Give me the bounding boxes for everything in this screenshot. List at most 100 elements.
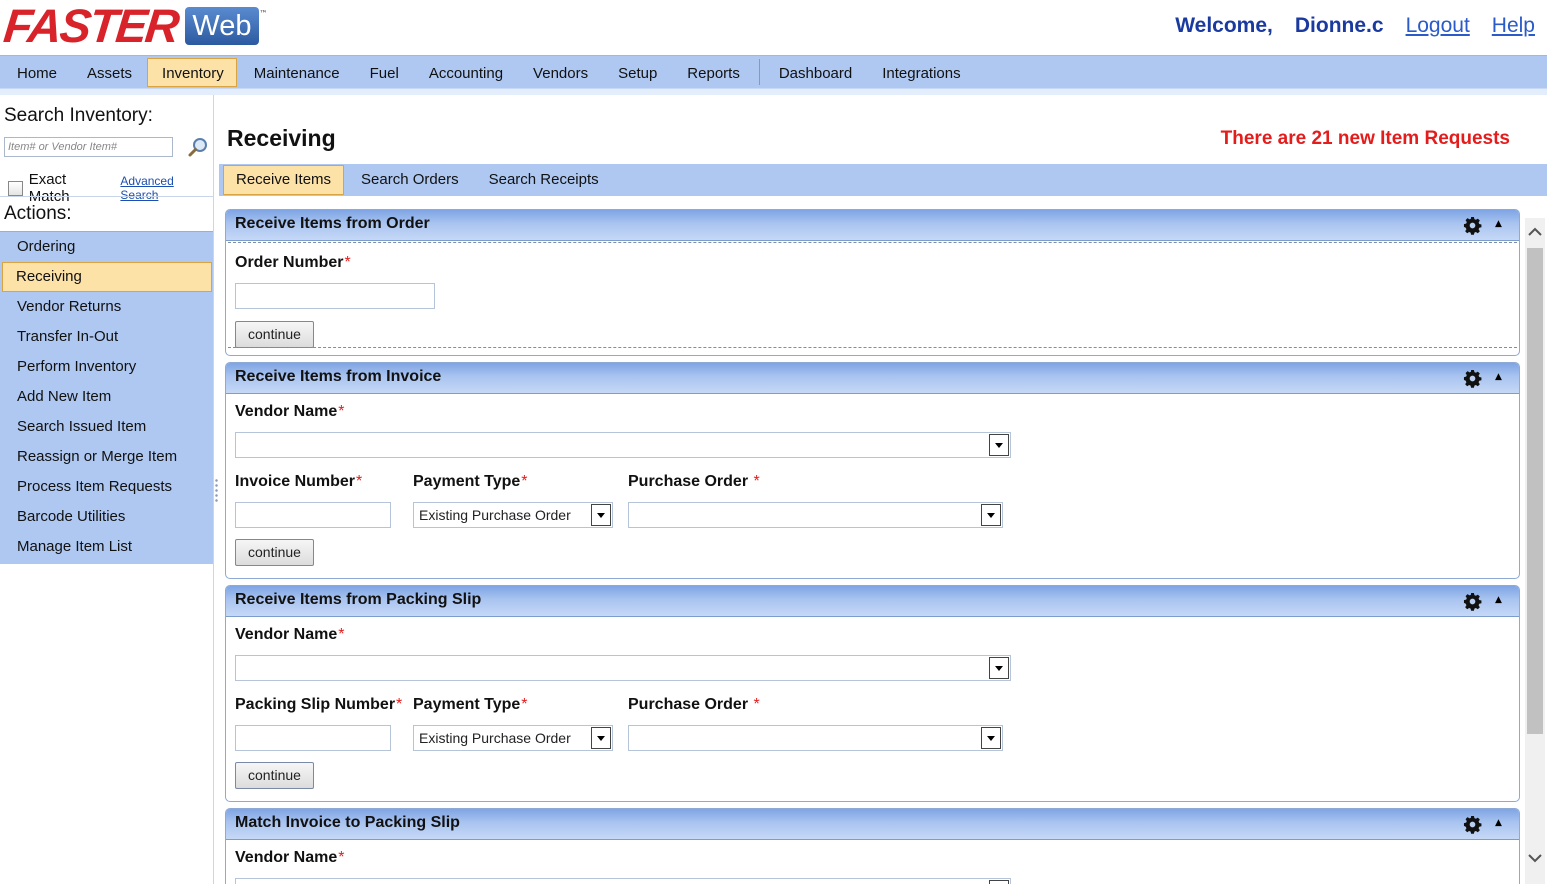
- scroll-down-icon[interactable]: [1525, 848, 1545, 870]
- panel-header: Receive Items from Order ▲: [226, 210, 1519, 241]
- chevron-down-icon[interactable]: [591, 504, 611, 526]
- nav-maintenance[interactable]: Maintenance: [239, 58, 353, 87]
- payment-type-select[interactable]: Existing Purchase Order: [413, 502, 613, 528]
- username: Dionne.c: [1294, 14, 1384, 37]
- chevron-down-icon[interactable]: [989, 657, 1009, 679]
- exact-match-checkbox[interactable]: [8, 180, 23, 196]
- dashed-divider: [228, 347, 1517, 348]
- purchase-order-select[interactable]: [628, 725, 1003, 751]
- packing-slip-number-input[interactable]: [235, 725, 391, 751]
- nav-integrations[interactable]: Integrations: [867, 58, 973, 87]
- logo-trademark: ™: [259, 9, 268, 18]
- nav-vendors[interactable]: Vendors: [518, 58, 601, 87]
- panel-title: Receive Items from Packing Slip: [235, 591, 482, 608]
- nav-assets[interactable]: Assets: [72, 58, 145, 87]
- order-number-input[interactable]: [235, 283, 435, 309]
- action-transfer-in-out[interactable]: Transfer In-Out: [0, 322, 213, 352]
- gear-icon[interactable]: [1463, 815, 1482, 834]
- panel-title: Receive Items from Order: [235, 215, 430, 232]
- chevron-down-icon[interactable]: [989, 434, 1009, 456]
- vertical-scrollbar[interactable]: [1525, 218, 1545, 884]
- tab-receive-items[interactable]: Receive Items: [223, 165, 345, 195]
- page-title: Receiving: [227, 125, 336, 151]
- chevron-down-icon[interactable]: [989, 880, 1009, 884]
- sidebar-divider: [0, 196, 214, 197]
- sidebar: Search Inventory: Item# or Vendor Item# …: [0, 95, 214, 884]
- action-manage-item-list[interactable]: Manage Item List: [0, 532, 213, 562]
- action-reassign-merge-item[interactable]: Reassign or Merge Item: [0, 442, 213, 472]
- purchase-order-label: Purchase Order *: [628, 473, 760, 490]
- vendor-name-select[interactable]: [235, 432, 1011, 458]
- gear-icon[interactable]: [1463, 592, 1482, 611]
- action-perform-inventory[interactable]: Perform Inventory: [0, 352, 213, 382]
- panel-header: Receive Items from Packing Slip ▲: [226, 586, 1519, 617]
- search-icon[interactable]: [187, 136, 209, 158]
- logout-link[interactable]: Logout: [1406, 14, 1470, 38]
- advanced-search-link[interactable]: Advanced Search: [120, 174, 213, 202]
- invoice-number-label: Invoice Number*: [235, 473, 363, 490]
- nav-accounting[interactable]: Accounting: [414, 58, 516, 87]
- nav-home[interactable]: Home: [2, 58, 70, 87]
- continue-button[interactable]: continue: [235, 539, 314, 566]
- continue-button[interactable]: continue: [235, 321, 314, 348]
- scroll-up-icon[interactable]: [1525, 220, 1545, 242]
- user-area: Welcome, Dionne.c Logout Help: [1175, 14, 1535, 38]
- logo-faster-text: FASTER: [1, 0, 181, 52]
- action-barcode-utilities[interactable]: Barcode Utilities: [0, 502, 213, 532]
- splitter-handle[interactable]: [215, 478, 218, 504]
- purchase-order-select[interactable]: [628, 502, 1003, 528]
- tab-search-receipts[interactable]: Search Receipts: [476, 165, 612, 195]
- nav-dashboard[interactable]: Dashboard: [764, 58, 865, 87]
- search-input[interactable]: Item# or Vendor Item#: [4, 137, 173, 157]
- action-process-item-requests[interactable]: Process Item Requests: [0, 472, 213, 502]
- nav-inventory[interactable]: Inventory: [147, 57, 237, 87]
- invoice-number-input[interactable]: [235, 502, 391, 528]
- panel-receive-from-packing-slip: Receive Items from Packing Slip ▲ Vendor…: [225, 585, 1520, 802]
- action-add-new-item[interactable]: Add New Item: [0, 382, 213, 412]
- packing-slip-number-label: Packing Slip Number*: [235, 696, 403, 713]
- panel-receive-from-order: Receive Items from Order ▲ Order Number*…: [225, 209, 1520, 356]
- vendor-name-select[interactable]: [235, 878, 1011, 884]
- nav-reports[interactable]: Reports: [672, 58, 753, 87]
- chevron-down-icon[interactable]: [981, 504, 1001, 526]
- payment-type-value: Existing Purchase Order: [419, 507, 571, 523]
- faster-web-logo[interactable]: FASTER Web ™: [1, 0, 268, 52]
- action-receiving[interactable]: Receiving: [2, 262, 212, 292]
- panel-receive-from-invoice: Receive Items from Invoice ▲ Vendor Name…: [225, 362, 1520, 579]
- scrollbar-thumb[interactable]: [1527, 248, 1543, 734]
- help-link[interactable]: Help: [1492, 14, 1535, 38]
- action-ordering[interactable]: Ordering: [0, 232, 213, 262]
- action-vendor-returns[interactable]: Vendor Returns: [0, 292, 213, 322]
- chevron-down-icon[interactable]: [591, 727, 611, 749]
- nav-fuel[interactable]: Fuel: [355, 58, 412, 87]
- panel-header: Match Invoice to Packing Slip ▲: [226, 809, 1519, 840]
- panel-header: Receive Items from Invoice ▲: [226, 363, 1519, 394]
- continue-button[interactable]: continue: [235, 762, 314, 789]
- welcome-label: Welcome,: [1175, 14, 1273, 37]
- exact-match-label: Exact Match: [28, 171, 70, 205]
- header: FASTER Web ™ Welcome, Dionne.c Logout He…: [0, 0, 1547, 55]
- collapse-icon[interactable]: ▲: [1493, 372, 1504, 383]
- nav-setup[interactable]: Setup: [603, 58, 670, 87]
- action-search-issued-item[interactable]: Search Issued Item: [0, 412, 213, 442]
- collapse-icon[interactable]: ▲: [1493, 595, 1504, 606]
- main-content: Receiving There are 21 new Item Requests…: [219, 95, 1547, 884]
- gear-icon[interactable]: [1463, 369, 1482, 388]
- vendor-name-label: Vendor Name*: [235, 849, 345, 866]
- search-inventory-title: Search Inventory:: [4, 105, 153, 126]
- payment-type-select[interactable]: Existing Purchase Order: [413, 725, 613, 751]
- payment-type-label: Payment Type*: [413, 696, 528, 713]
- panel-title: Receive Items from Invoice: [235, 368, 442, 385]
- payment-type-label: Payment Type*: [413, 473, 528, 490]
- item-requests-alert[interactable]: There are 21 new Item Requests: [1221, 128, 1510, 150]
- receiving-tabs: Receive Items Search Orders Search Recei…: [219, 164, 1547, 196]
- chevron-down-icon[interactable]: [981, 727, 1001, 749]
- collapse-icon[interactable]: ▲: [1493, 818, 1504, 829]
- main-nav: Home Assets Inventory Maintenance Fuel A…: [0, 55, 1547, 89]
- actions-title: Actions:: [4, 203, 72, 224]
- gear-icon[interactable]: [1463, 216, 1482, 235]
- nav-separator: [758, 59, 760, 85]
- tab-search-orders[interactable]: Search Orders: [348, 165, 472, 195]
- collapse-icon[interactable]: ▲: [1493, 219, 1504, 230]
- vendor-name-select[interactable]: [235, 655, 1011, 681]
